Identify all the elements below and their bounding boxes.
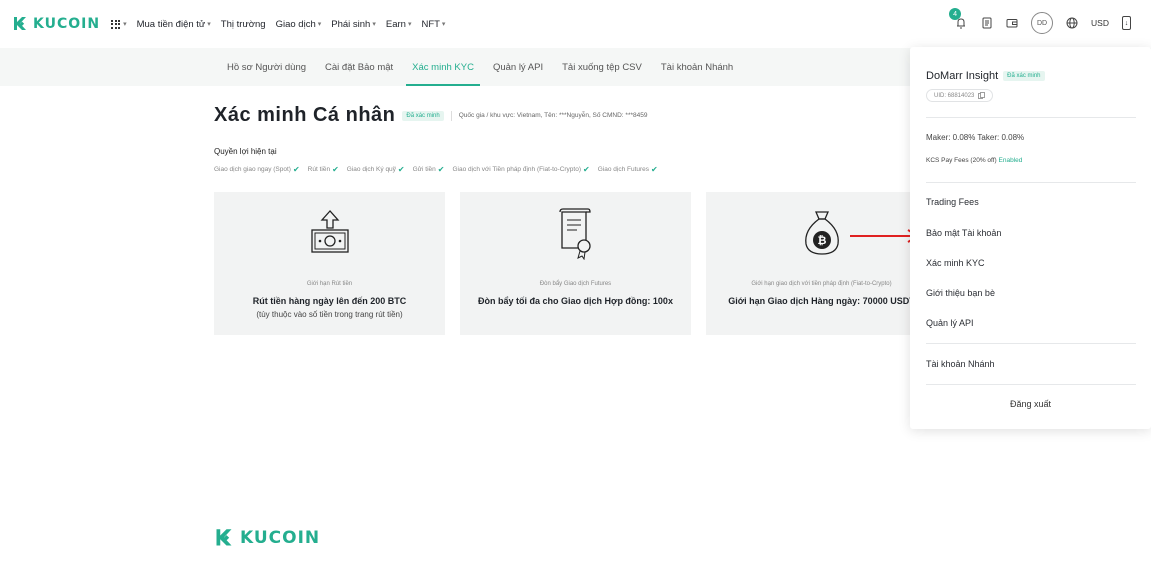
check-icon: ✔ [583, 165, 590, 174]
identity-info: Quốc gia / khu vực: Vietnam, Tên: ***Ngu… [458, 112, 648, 119]
divider [926, 384, 1136, 385]
verified-badge: Đã xác minh [1003, 71, 1045, 81]
logout-button[interactable]: Đăng xuất [910, 399, 1151, 409]
nav-item-buy-crypto[interactable]: Mua tiền điện tử ▾ [137, 19, 211, 30]
kcs-status: Enabled [998, 157, 1023, 164]
menu-item-referral[interactable]: Giới thiệu bạn bè [926, 288, 995, 298]
kyc-title-row: Xác minh Cá nhân Đã xác minh Quốc gia / … [214, 104, 914, 127]
notification-badge: 4 [949, 8, 962, 20]
fee-rates: Maker: 0.08% Taker: 0.08% [926, 133, 1025, 142]
tab-kyc-verification[interactable]: Xác minh KYC [406, 48, 480, 86]
benefit-item: Giao dịch với Tiền pháp định (Fiat-to-Cr… [452, 165, 590, 174]
card-value: Giới hạn Giao dịch Hàng ngày: 70000 USDT [728, 296, 915, 306]
svg-text:₿: ₿ [817, 234, 826, 247]
chevron-down-icon: ▾ [407, 21, 412, 28]
card-title: Giới hạn Rút tiền [306, 281, 353, 287]
check-icon: ✔ [332, 165, 339, 174]
bitcoin-bag-icon: ₿ [804, 211, 839, 255]
nav-item-markets[interactable]: Thị trường [221, 19, 266, 30]
uid-chip[interactable]: UID: 68814023 [926, 89, 994, 102]
chevron-down-icon: ▾ [207, 21, 211, 28]
card-value: Rút tiền hàng ngày lên đến 200 BTC [252, 296, 407, 306]
card-subtext: (tùy thuộc vào số tiền trong trang rút t… [256, 310, 403, 319]
globe-icon[interactable] [1066, 17, 1078, 29]
chevron-down-icon: ▾ [123, 21, 127, 28]
check-icon: ✔ [292, 165, 300, 174]
orders-icon[interactable] [981, 17, 993, 29]
toolbar-right: 4 DD USD ↓ [949, 8, 1131, 34]
benefits-heading: Quyền lợi hiện tại [214, 147, 277, 156]
tab-security-settings[interactable]: Cài đặt Bảo mật [325, 48, 393, 86]
apps-menu[interactable]: ▾ [111, 19, 127, 29]
notifications-button[interactable]: 4 [949, 8, 968, 30]
brand-name: KUCOIN [33, 16, 101, 32]
copy-icon[interactable] [978, 92, 986, 99]
chevron-down-icon: ▾ [317, 21, 322, 28]
benefit-item: Gửi tiền ✔ [412, 165, 445, 174]
benefit-item: Rút tiền ✔ [307, 165, 339, 174]
fiat-limit-card: ₿ Giới hạn giao dịch với tiền pháp định … [706, 192, 937, 335]
page-title: Xác minh Cá nhân [214, 104, 396, 126]
nav-item-nft[interactable]: NFT ▾ [421, 19, 445, 30]
menu-item-sub-account[interactable]: Tài khoản Nhánh [926, 359, 995, 369]
nav-item-earn[interactable]: Earn ▾ [386, 19, 412, 30]
check-icon: ✔ [397, 165, 405, 174]
main-menu: Mua tiền điện tử ▾ Thị trường Giao dịch ▾ … [137, 19, 456, 30]
tab-api-management[interactable]: Quản lý API [493, 48, 543, 86]
kucoin-logo-icon [14, 17, 26, 30]
menu-item-kyc-verification[interactable]: Xác minh KYC [926, 258, 985, 268]
check-icon: ✔ [437, 165, 445, 174]
limit-cards: Giới hạn Rút tiền Rút tiền hàng ngày lên… [214, 192, 937, 335]
certificate-icon [558, 208, 591, 260]
account-name-row: DoMarr Insight Đã xác minh [926, 70, 1045, 82]
apps-grid-icon [111, 19, 121, 29]
divider [926, 343, 1136, 344]
benefits-list: Giao dịch giao ngay (Spot) ✔ Rút tiền ✔ Gi… [214, 165, 914, 174]
menu-item-trading-fees[interactable]: Trading Fees [926, 197, 979, 207]
check-icon: ✔ [651, 165, 658, 174]
tab-csv-download[interactable]: Tải xuống tệp CSV [562, 48, 642, 86]
chevron-down-icon: ▾ [372, 21, 376, 28]
footer-brand-name: KUCOIN [240, 528, 321, 548]
wallet-icon[interactable] [1006, 17, 1018, 29]
account-name: DoMarr Insight [926, 70, 999, 82]
currency-selector[interactable]: USD [1091, 18, 1109, 28]
nav-item-derivatives[interactable]: Phái sinh ▾ [331, 19, 376, 30]
withdraw-cash-icon [310, 210, 349, 253]
card-title: Giới hạn giao dịch với tiền pháp định (F… [751, 281, 892, 287]
status-badge: Đã xác minh [402, 110, 444, 121]
benefit-item: Giao dịch giao ngay (Spot) ✔ [214, 165, 300, 174]
tab-user-profile[interactable]: Hồ sơ Người dùng [227, 48, 306, 86]
account-dropdown: DoMarr Insight Đã xác minh UID: 68814023… [910, 47, 1151, 429]
card-value: Đòn bẩy tối đa cho Giao dịch Hợp đồng: 1… [478, 296, 673, 306]
divider [926, 182, 1136, 183]
withdrawal-limit-card: Giới hạn Rút tiền Rút tiền hàng ngày lên… [214, 192, 445, 335]
card-title: Đòn bẩy Giao dịch Futures [539, 281, 612, 287]
kcs-pay-fees[interactable]: KCS Pay Fees (20% off) Enabled [926, 157, 1022, 164]
menu-item-account-security[interactable]: Bảo mật Tài khoản [926, 228, 1001, 238]
kucoin-logo[interactable]: KUCOIN [12, 16, 100, 32]
download-icon[interactable]: ↓ [1122, 16, 1131, 30]
futures-leverage-card: Đòn bẩy Giao dịch Futures Đòn bẩy tối đa… [460, 192, 691, 335]
kyc-section: Xác minh Cá nhân Đã xác minh Quốc gia / … [214, 104, 914, 174]
divider [926, 117, 1136, 118]
benefit-item: Giao dịch Ký quỹ ✔ [346, 165, 405, 174]
tab-sub-account[interactable]: Tài khoản Nhánh [661, 48, 733, 86]
menu-item-api-management[interactable]: Quản lý API [926, 318, 974, 328]
top-navbar: KUCOIN ▾ Mua tiền điện tử ▾ Thị trường Gi… [0, 0, 1151, 48]
nav-item-trade[interactable]: Giao dịch ▾ [276, 19, 322, 30]
avatar[interactable]: DD [1031, 12, 1054, 34]
benefit-item: Giao dịch Futures ✔ [597, 165, 658, 174]
divider [450, 110, 452, 121]
uid-text: UID: 68814023 [934, 92, 975, 99]
chevron-down-icon: ▾ [441, 21, 446, 28]
footer-logo[interactable]: KUCOIN [214, 528, 320, 548]
kucoin-logo-icon [216, 529, 232, 546]
